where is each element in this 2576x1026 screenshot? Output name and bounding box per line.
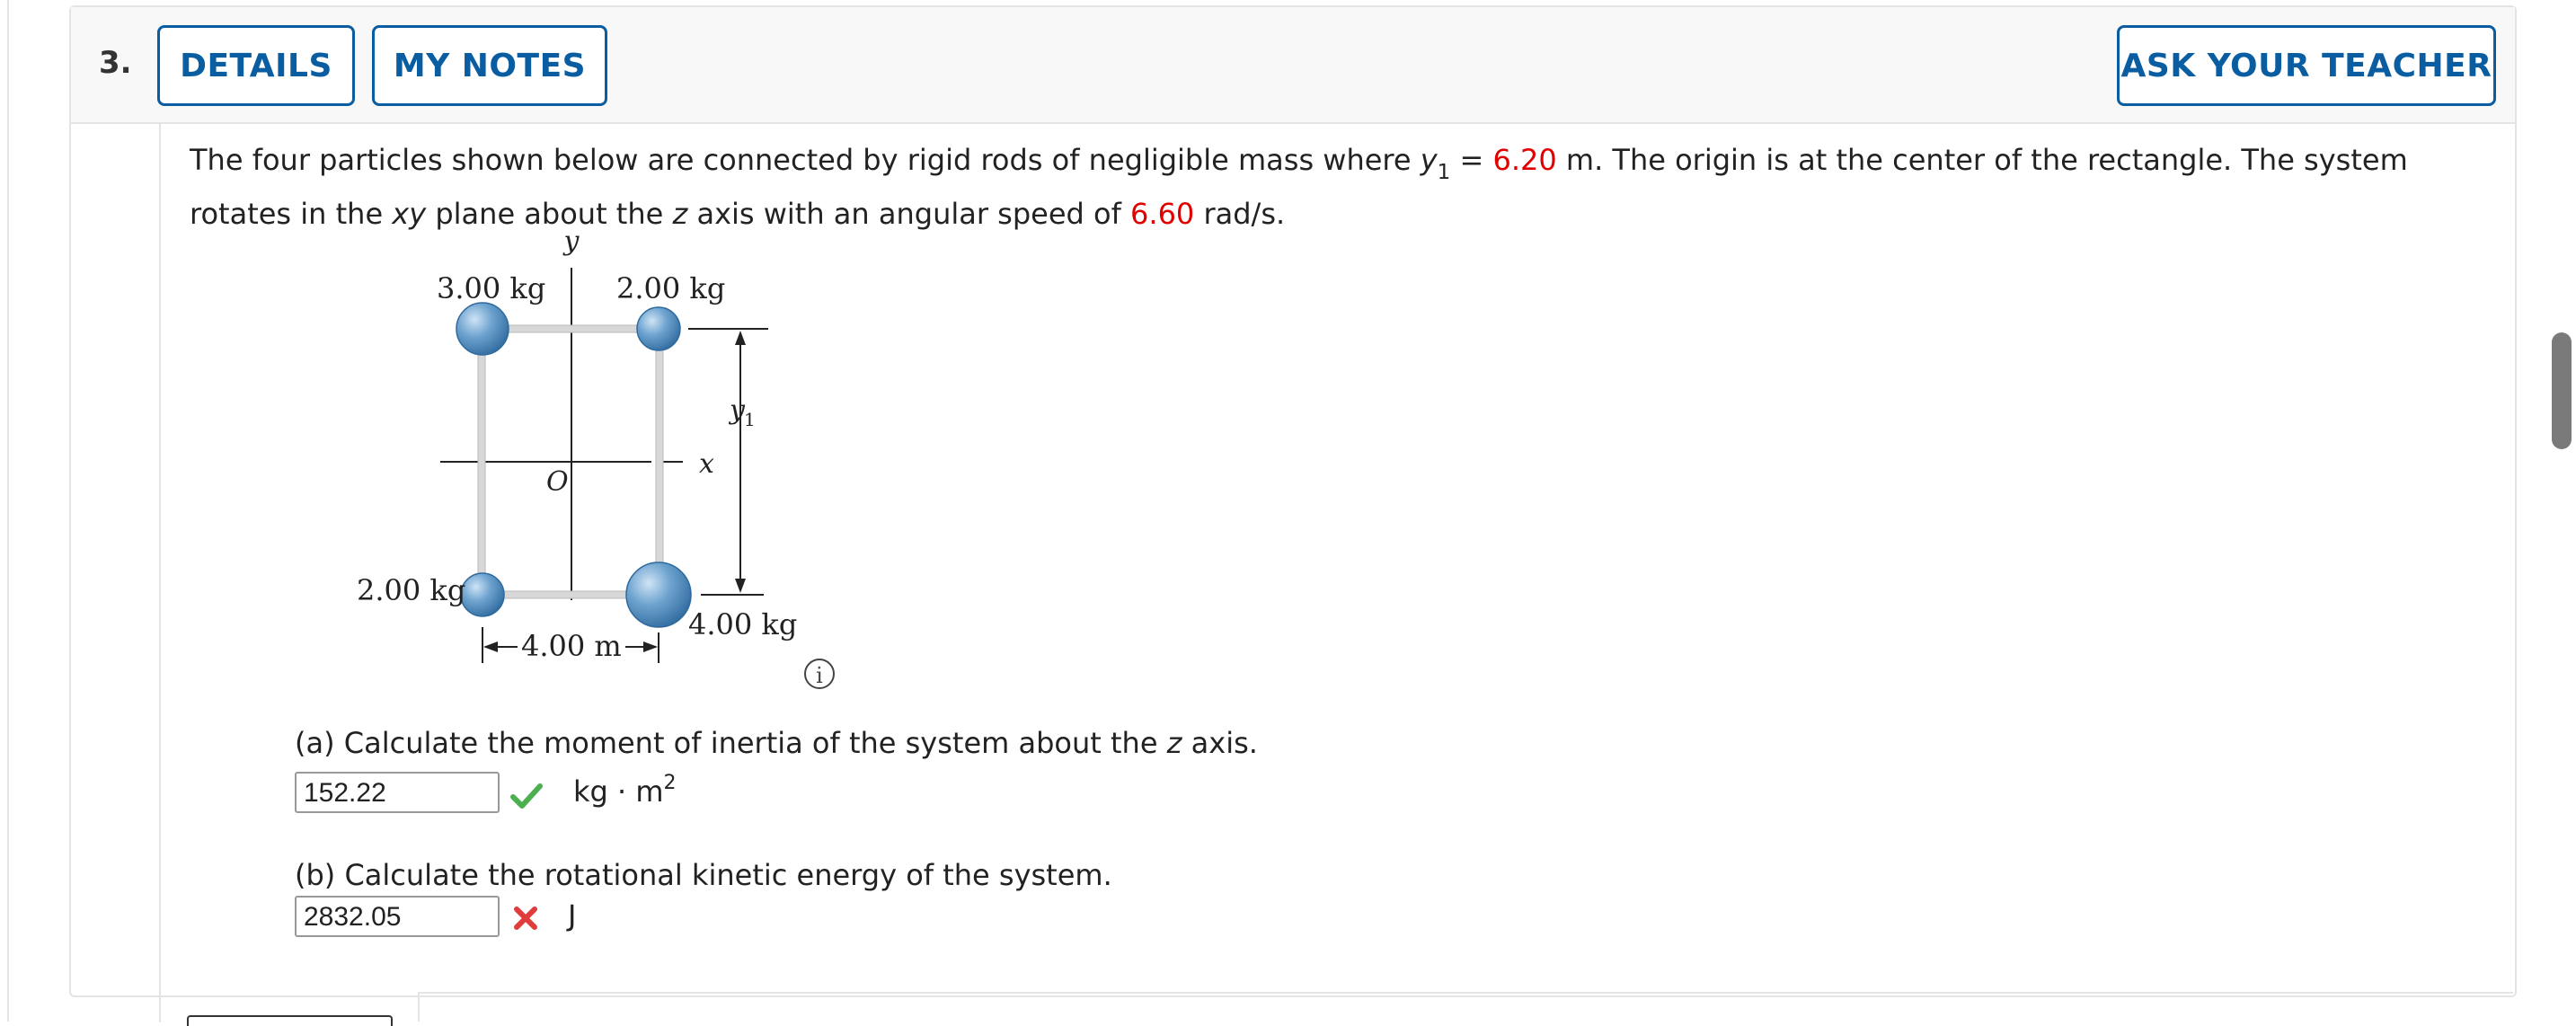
mass-top-left-label: 3.00 kg	[437, 271, 545, 305]
details-button[interactable]: DETAILS	[157, 25, 355, 106]
mass-top-right	[636, 306, 681, 351]
axis-y-label: y	[562, 226, 580, 257]
prompt-text: rad/s.	[1194, 197, 1286, 231]
correct-check-icon	[510, 783, 543, 809]
unit-superscript: 2	[663, 772, 677, 794]
divider	[418, 992, 2513, 994]
y1-label: y	[728, 394, 746, 426]
left-rod	[477, 328, 486, 596]
axis-x-label: x	[699, 448, 714, 480]
var-y: y	[1420, 143, 1438, 177]
part-a-text: (a) Calculate the moment of inertia of t…	[295, 726, 1167, 760]
svg-text:i: i	[816, 663, 823, 688]
part-a-axis: z	[1166, 726, 1182, 760]
mass-bottom-left	[460, 572, 505, 617]
right-rod	[655, 328, 664, 596]
my-notes-button[interactable]: MY NOTES	[372, 25, 607, 106]
width-label: 4.00 m	[521, 629, 622, 663]
omega-value: 6.60	[1130, 197, 1195, 231]
origin-label: O	[546, 466, 569, 498]
page-edge-line	[7, 0, 9, 1022]
mass-bottom-right-label: 4.00 kg	[688, 607, 797, 641]
y1-label-subscript: 1	[744, 409, 756, 430]
part-b-question: (b) Calculate the rotational kinetic ene…	[295, 858, 1112, 892]
incorrect-x-icon	[514, 907, 537, 930]
question-number: 3.	[99, 45, 132, 81]
particle-rectangle-figure: y x O 3.00 kg 2.00 kg 2.00 kg 4.00 kg 4.…	[357, 226, 835, 689]
y1-value: 6.20	[1492, 143, 1557, 177]
prompt-text: The four particles shown below are conne…	[190, 143, 1421, 177]
mass-bottom-right	[625, 562, 692, 628]
mass-top-right-label: 2.00 kg	[616, 271, 725, 305]
submit-button-edge[interactable]	[187, 1015, 393, 1026]
ask-your-teacher-button[interactable]: ASK YOUR TEACHER	[2117, 25, 2496, 106]
unit-text: kg · m	[573, 774, 664, 809]
info-icon[interactable]: i	[804, 659, 835, 689]
part-b-unit: J	[568, 898, 577, 933]
part-a-question: (a) Calculate the moment of inertia of t…	[295, 726, 1258, 760]
var-y-subscript: 1	[1437, 161, 1451, 184]
part-a-unit: kg · m2	[573, 772, 677, 809]
scrollbar-thumb[interactable]	[2552, 332, 2572, 449]
part-a-answer-input[interactable]: 152.22	[295, 772, 500, 813]
mass-top-left	[456, 302, 509, 356]
mass-bottom-left-label: 2.00 kg	[357, 573, 465, 607]
part-a-text: axis.	[1182, 726, 1258, 760]
divider-vertical	[418, 992, 420, 1022]
part-b-answer-input[interactable]: 2832.05	[295, 896, 500, 937]
equals: =	[1450, 143, 1493, 177]
